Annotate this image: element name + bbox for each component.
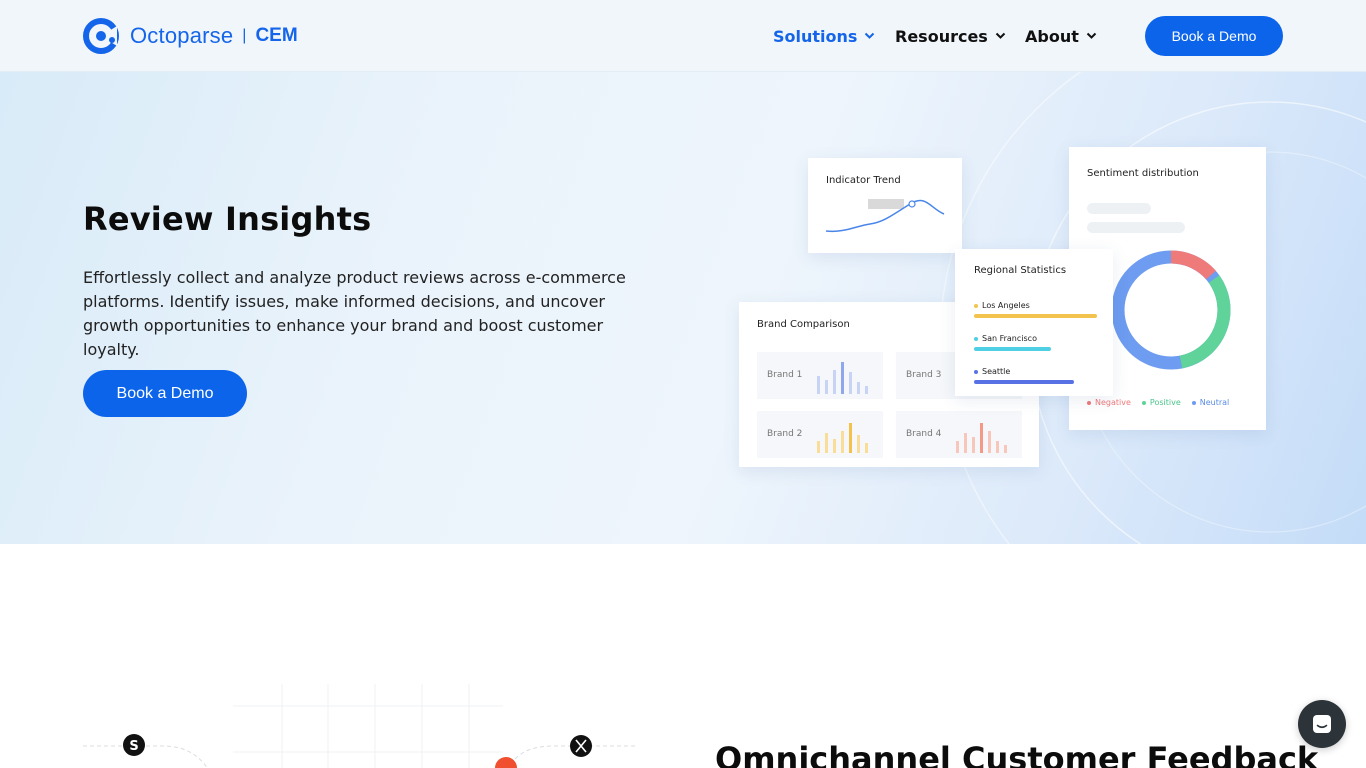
brand-label: Brand 4: [906, 429, 942, 439]
region-dot: [974, 336, 978, 341]
region-row-san-francisco: San Francisco: [974, 334, 1037, 343]
site-header: Octoparse | CEM Solutions Resources Abou…: [0, 0, 1366, 72]
placeholder-line: [1087, 203, 1151, 214]
sentiment-legend: Negative Positive Neutral: [1087, 398, 1229, 407]
donut-positive: [1179, 275, 1231, 369]
hero-book-demo-button[interactable]: Book a Demo: [83, 370, 247, 417]
nav-resources[interactable]: Resources: [895, 25, 1006, 47]
logo-product-text: CEM: [255, 25, 298, 46]
brand-comparison-title: Brand Comparison: [757, 319, 850, 330]
omnichannel-section: S Omnichannel Customer Feedback: [0, 544, 1366, 768]
legend-negative: Negative: [1087, 398, 1131, 407]
brand-bars: [817, 423, 868, 453]
region-row-los-angeles: Los Angeles: [974, 301, 1030, 310]
trend-line-chart: [825, 199, 945, 233]
logo-brand-text: Octoparse: [130, 23, 234, 48]
nav-about[interactable]: About: [1025, 25, 1097, 47]
logo-separator: |: [242, 27, 247, 44]
region-row-seattle: Seattle: [974, 367, 1010, 376]
brand-cell-2: Brand 2: [757, 411, 883, 458]
region-dot: [974, 303, 978, 308]
section-title: Omnichannel Customer Feedback: [715, 740, 1319, 768]
brand-label: Brand 1: [767, 370, 803, 380]
brand-label: Brand 3: [906, 370, 942, 380]
region-dot: [974, 369, 978, 374]
chevron-down-icon: [995, 32, 1006, 39]
brand-cell-4: Brand 4: [896, 411, 1022, 458]
nav-about-label: About: [1025, 26, 1079, 46]
hero-title: Review Insights: [83, 200, 372, 238]
region-label: Seattle: [982, 367, 1011, 376]
placeholder-line: [1087, 222, 1185, 233]
trend-tooltip: [868, 199, 904, 209]
legend-neutral: Neutral: [1191, 398, 1229, 407]
brand-label: Brand 2: [767, 429, 803, 439]
regional-statistics-title: Regional Statistics: [974, 265, 1067, 276]
logo[interactable]: Octoparse | CEM: [83, 17, 298, 55]
brand-bars: [817, 362, 868, 394]
trend-point: [908, 200, 916, 208]
regional-statistics-card: Regional Statistics Los Angeles San Fran…: [955, 249, 1113, 396]
legend-positive: Positive: [1141, 398, 1181, 407]
octoparse-logo-icon: [83, 18, 119, 54]
region-bar-san-francisco: [974, 347, 1051, 351]
region-bar-seattle: [974, 380, 1074, 384]
chevron-down-icon: [1086, 32, 1097, 39]
reddit-icon: [495, 757, 517, 768]
hero-description: Effortlessly collect and analyze product…: [83, 268, 626, 359]
nav-resources-label: Resources: [895, 26, 988, 46]
region-label: Los Angeles: [982, 301, 1030, 310]
region-label: San Francisco: [982, 334, 1037, 343]
chevron-down-icon: [865, 32, 875, 39]
indicator-trend-title: Indicator Trend: [826, 175, 901, 186]
chat-icon: [1313, 715, 1331, 733]
sentiment-donut-chart: [1111, 250, 1231, 370]
hero-section: Review Insights Effortlessly collect and…: [0, 72, 1366, 544]
chat-launcher-button[interactable]: [1298, 700, 1346, 748]
donut-negative: [1170, 250, 1216, 280]
brand-cell-1: Brand 1: [757, 352, 883, 399]
region-bar-los-angeles: [974, 314, 1097, 318]
svg-text:S: S: [129, 739, 138, 754]
nav-solutions-label: Solutions: [773, 26, 858, 46]
indicator-trend-card: Indicator Trend: [808, 158, 962, 253]
nav-solutions[interactable]: Solutions: [773, 25, 875, 47]
channels-graphic: S: [83, 684, 635, 768]
brand-bars: [956, 423, 1007, 453]
sentiment-title: Sentiment distribution: [1087, 168, 1199, 179]
header-book-demo-button[interactable]: Book a Demo: [1145, 16, 1283, 56]
